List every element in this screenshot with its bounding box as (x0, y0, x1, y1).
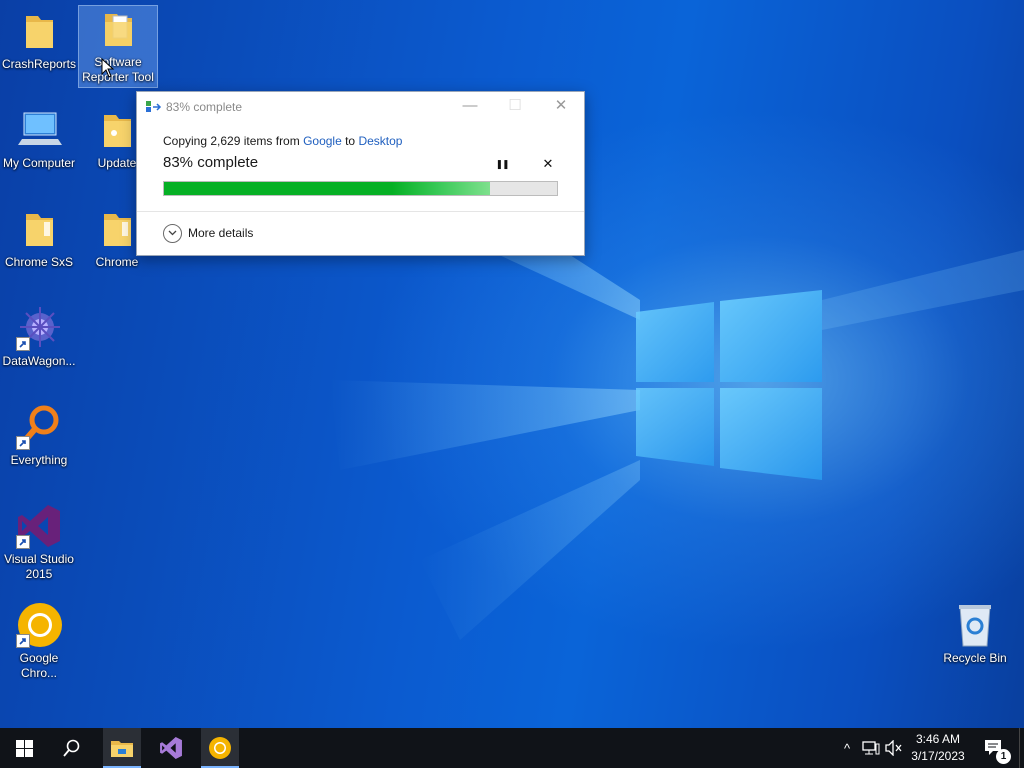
mouse-cursor-icon (101, 58, 115, 78)
clock-time: 3:46 AM (915, 732, 961, 746)
visual-studio-icon (16, 503, 62, 549)
desktop-icon-visual-studio-2015[interactable]: Visual Studio 2015 (0, 503, 78, 582)
computer-icon (16, 107, 62, 153)
folder-icon (94, 206, 140, 252)
desktop-icon-recycle-bin[interactable]: Recycle Bin (936, 602, 1014, 666)
chrome-canary-icon (209, 737, 231, 759)
taskbar: ^ 3:46 AM 3/17/2023 1 (0, 728, 1024, 768)
copy-progress-dialog[interactable]: 83% complete — ☐ ✕ Copying 2,629 items f… (136, 91, 585, 256)
taskbar-clock[interactable]: 3:46 AM 3/17/2023 (906, 731, 970, 765)
desktop-icon-datawagon[interactable]: DataWagon... (0, 305, 78, 369)
progress-bar-fill (164, 182, 491, 195)
progress-bar (163, 181, 558, 196)
action-center-button[interactable]: 1 (980, 728, 1011, 768)
folder-icon (16, 8, 62, 54)
chevron-down-icon (163, 223, 182, 243)
folder-icon (16, 206, 62, 252)
shortcut-arrow-icon (16, 634, 30, 648)
maximize-button[interactable]: ☐ (492, 92, 538, 122)
desktop-icon-crashreports[interactable]: CrashReports (0, 8, 78, 72)
dialog-titlebar[interactable]: 83% complete — ☐ ✕ (137, 92, 584, 122)
cancel-button[interactable]: ✕ (538, 155, 558, 173)
dialog-title: 83% complete (166, 100, 243, 114)
volume-muted-icon[interactable] (884, 728, 904, 768)
folder-icon (95, 6, 141, 52)
start-button[interactable] (0, 728, 48, 768)
desktop-icon-chrome-sxs[interactable]: Chrome SxS (0, 206, 78, 270)
magnifier-icon (16, 404, 62, 450)
percent-complete-label: 83% complete (163, 154, 259, 171)
file-explorer-icon (111, 741, 133, 757)
network-icon[interactable] (861, 728, 881, 768)
recycle-bin-icon (952, 602, 998, 648)
search-icon (63, 739, 80, 757)
datawagon-icon (16, 305, 62, 351)
taskbar-file-explorer[interactable] (103, 728, 141, 768)
minimize-button[interactable]: — (447, 92, 493, 122)
more-details-label: More details (188, 226, 254, 240)
show-desktop-button[interactable] (1019, 728, 1024, 768)
shortcut-arrow-icon (16, 535, 30, 549)
destination-folder-link[interactable]: Desktop (358, 134, 402, 148)
pause-button[interactable]: ❚❚ (492, 155, 512, 173)
shortcut-arrow-icon (16, 436, 30, 450)
source-folder-link[interactable]: Google (303, 134, 342, 148)
notification-count-badge: 1 (996, 749, 1011, 764)
search-button[interactable] (48, 728, 96, 768)
more-details-toggle[interactable]: More details (163, 223, 253, 243)
shortcut-arrow-icon (16, 337, 30, 351)
windows-logo (636, 290, 822, 480)
taskbar-chrome-canary[interactable] (201, 728, 239, 768)
visual-studio-icon (160, 737, 182, 759)
chrome-canary-icon (16, 602, 62, 648)
folder-icon (94, 107, 140, 153)
divider (137, 211, 584, 212)
copy-progress-icon (146, 101, 162, 112)
copy-status-line: Copying 2,629 items from Google to Deskt… (163, 134, 403, 148)
show-hidden-icons-chevron[interactable]: ^ (838, 728, 856, 768)
desktop-icon-my-computer[interactable]: My Computer (0, 107, 78, 171)
desktop-icon-software-reporter-tool[interactable]: Software Reporter Tool (78, 5, 158, 88)
taskbar-visual-studio[interactable] (152, 728, 190, 768)
start-icon (15, 739, 33, 757)
desktop[interactable]: CrashReports Software Reporter Tool My C… (0, 0, 1024, 728)
clock-date: 3/17/2023 (911, 749, 965, 763)
desktop-icon-everything[interactable]: Everything (0, 404, 78, 468)
desktop-icon-google-chrome[interactable]: Google Chro... (0, 602, 78, 681)
close-button[interactable]: ✕ (538, 92, 584, 122)
